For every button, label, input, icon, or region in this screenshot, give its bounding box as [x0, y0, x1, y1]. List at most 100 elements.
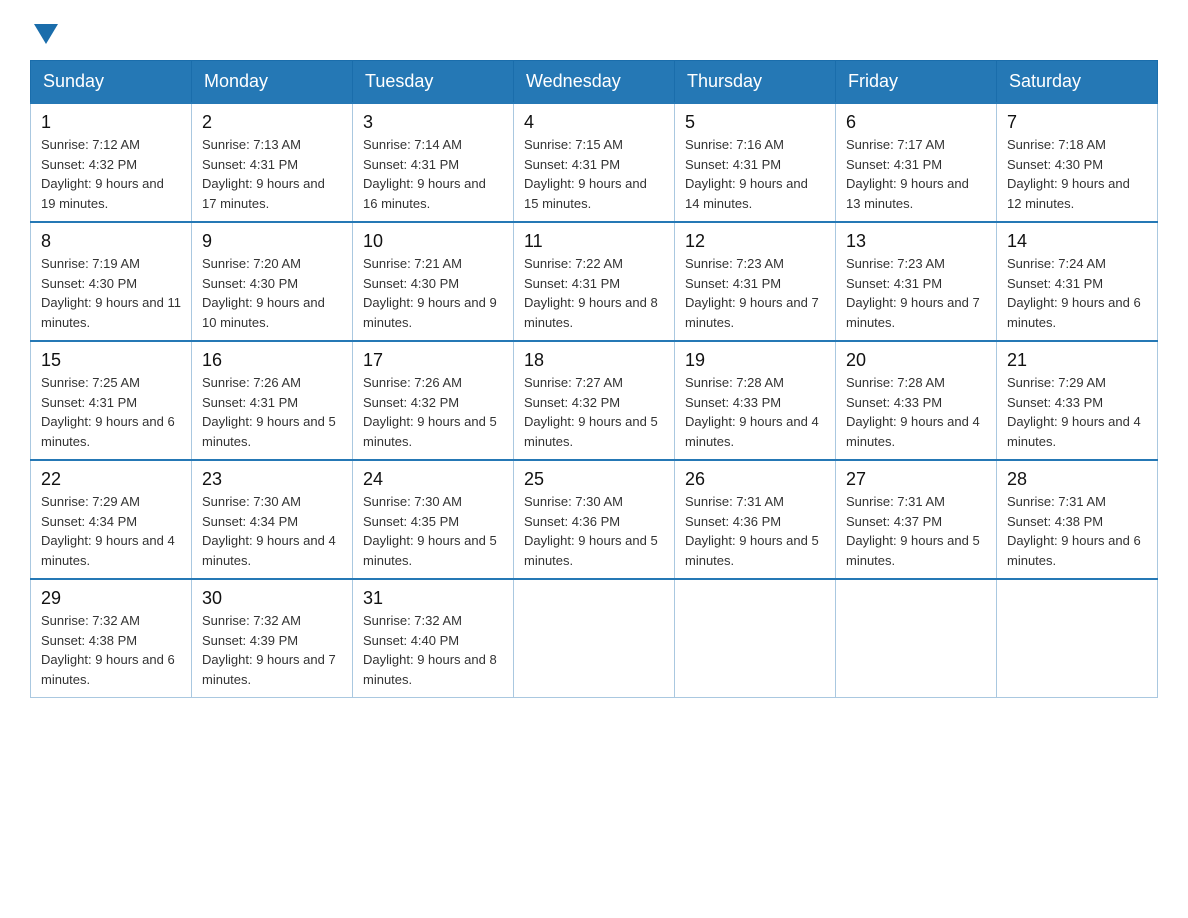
day-info: Sunrise: 7:26 AMSunset: 4:32 PMDaylight:… [363, 375, 497, 449]
day-info: Sunrise: 7:25 AMSunset: 4:31 PMDaylight:… [41, 375, 175, 449]
weekday-header-sunday: Sunday [31, 61, 192, 104]
week-row-4: 22 Sunrise: 7:29 AMSunset: 4:34 PMDayligh… [31, 460, 1158, 579]
day-info: Sunrise: 7:30 AMSunset: 4:36 PMDaylight:… [524, 494, 658, 568]
day-cell-3: 3 Sunrise: 7:14 AMSunset: 4:31 PMDaylight… [353, 103, 514, 222]
day-number: 7 [1007, 112, 1147, 133]
day-number: 20 [846, 350, 986, 371]
day-cell-12: 12Sunrise: 7:23 AMSunset: 4:31 PMDayligh… [675, 222, 836, 341]
day-cell-15: 15 Sunrise: 7:25 AMSunset: 4:31 PMDayligh… [31, 341, 192, 460]
empty-cell [836, 579, 997, 698]
day-cell-16: 16Sunrise: 7:26 AMSunset: 4:31 PMDayligh… [192, 341, 353, 460]
day-info: Sunrise: 7:14 AMSunset: 4:31 PMDaylight:… [363, 137, 486, 211]
week-row-3: 15 Sunrise: 7:25 AMSunset: 4:31 PMDayligh… [31, 341, 1158, 460]
empty-cell [514, 579, 675, 698]
day-cell-5: 5 Sunrise: 7:16 AMSunset: 4:31 PMDaylight… [675, 103, 836, 222]
day-info: Sunrise: 7:29 AMSunset: 4:33 PMDaylight:… [1007, 375, 1141, 449]
day-number: 18 [524, 350, 664, 371]
day-number: 13 [846, 231, 986, 252]
day-info: Sunrise: 7:30 AMSunset: 4:34 PMDaylight:… [202, 494, 336, 568]
day-number: 23 [202, 469, 342, 490]
day-number: 1 [41, 112, 181, 133]
day-cell-6: 6Sunrise: 7:17 AMSunset: 4:31 PMDaylight… [836, 103, 997, 222]
logo-triangle-icon [34, 24, 58, 44]
day-cell-29: 29 Sunrise: 7:32 AMSunset: 4:38 PMDayligh… [31, 579, 192, 698]
day-cell-1: 1 Sunrise: 7:12 AMSunset: 4:32 PMDaylight… [31, 103, 192, 222]
day-cell-26: 26 Sunrise: 7:31 AMSunset: 4:36 PMDayligh… [675, 460, 836, 579]
calendar-table: SundayMondayTuesdayWednesdayThursdayFrid… [30, 60, 1158, 698]
day-number: 4 [524, 112, 664, 133]
day-number: 17 [363, 350, 503, 371]
day-info: Sunrise: 7:28 AMSunset: 4:33 PMDaylight:… [685, 375, 819, 449]
day-number: 5 [685, 112, 825, 133]
weekday-header-tuesday: Tuesday [353, 61, 514, 104]
day-number: 3 [363, 112, 503, 133]
day-info: Sunrise: 7:18 AMSunset: 4:30 PMDaylight:… [1007, 137, 1130, 211]
day-info: Sunrise: 7:28 AMSunset: 4:33 PMDaylight:… [846, 375, 980, 449]
day-cell-28: 28 Sunrise: 7:31 AMSunset: 4:38 PMDayligh… [997, 460, 1158, 579]
weekday-header-wednesday: Wednesday [514, 61, 675, 104]
day-info: Sunrise: 7:13 AMSunset: 4:31 PMDaylight:… [202, 137, 325, 211]
day-cell-8: 8 Sunrise: 7:19 AMSunset: 4:30 PMDaylight… [31, 222, 192, 341]
day-cell-27: 27 Sunrise: 7:31 AMSunset: 4:37 PMDayligh… [836, 460, 997, 579]
logo [30, 20, 58, 40]
day-number: 6 [846, 112, 986, 133]
weekday-header-monday: Monday [192, 61, 353, 104]
weekday-header-saturday: Saturday [997, 61, 1158, 104]
day-number: 28 [1007, 469, 1147, 490]
header-row: SundayMondayTuesdayWednesdayThursdayFrid… [31, 61, 1158, 104]
day-info: Sunrise: 7:30 AMSunset: 4:35 PMDaylight:… [363, 494, 497, 568]
day-info: Sunrise: 7:22 AMSunset: 4:31 PMDaylight:… [524, 256, 658, 330]
day-cell-18: 18 Sunrise: 7:27 AMSunset: 4:32 PMDayligh… [514, 341, 675, 460]
day-cell-4: 4 Sunrise: 7:15 AMSunset: 4:31 PMDaylight… [514, 103, 675, 222]
day-cell-7: 7 Sunrise: 7:18 AMSunset: 4:30 PMDaylight… [997, 103, 1158, 222]
day-info: Sunrise: 7:16 AMSunset: 4:31 PMDaylight:… [685, 137, 808, 211]
day-number: 26 [685, 469, 825, 490]
day-cell-24: 24 Sunrise: 7:30 AMSunset: 4:35 PMDayligh… [353, 460, 514, 579]
day-cell-11: 11 Sunrise: 7:22 AMSunset: 4:31 PMDayligh… [514, 222, 675, 341]
empty-cell [997, 579, 1158, 698]
page-header [30, 20, 1158, 40]
day-number: 19 [685, 350, 825, 371]
day-info: Sunrise: 7:12 AMSunset: 4:32 PMDaylight:… [41, 137, 164, 211]
day-number: 31 [363, 588, 503, 609]
weekday-header-thursday: Thursday [675, 61, 836, 104]
day-number: 30 [202, 588, 342, 609]
day-cell-14: 14Sunrise: 7:24 AMSunset: 4:31 PMDayligh… [997, 222, 1158, 341]
day-info: Sunrise: 7:23 AMSunset: 4:31 PMDaylight:… [846, 256, 980, 330]
week-row-5: 29 Sunrise: 7:32 AMSunset: 4:38 PMDayligh… [31, 579, 1158, 698]
day-info: Sunrise: 7:29 AMSunset: 4:34 PMDaylight:… [41, 494, 175, 568]
day-number: 2 [202, 112, 342, 133]
day-info: Sunrise: 7:31 AMSunset: 4:36 PMDaylight:… [685, 494, 819, 568]
weekday-header-friday: Friday [836, 61, 997, 104]
day-info: Sunrise: 7:21 AMSunset: 4:30 PMDaylight:… [363, 256, 497, 330]
week-row-1: 1 Sunrise: 7:12 AMSunset: 4:32 PMDaylight… [31, 103, 1158, 222]
day-info: Sunrise: 7:32 AMSunset: 4:38 PMDaylight:… [41, 613, 175, 687]
day-number: 24 [363, 469, 503, 490]
day-number: 27 [846, 469, 986, 490]
day-number: 8 [41, 231, 181, 252]
day-cell-9: 9Sunrise: 7:20 AMSunset: 4:30 PMDaylight… [192, 222, 353, 341]
day-info: Sunrise: 7:31 AMSunset: 4:37 PMDaylight:… [846, 494, 980, 568]
day-number: 21 [1007, 350, 1147, 371]
day-info: Sunrise: 7:32 AMSunset: 4:40 PMDaylight:… [363, 613, 497, 687]
day-cell-25: 25 Sunrise: 7:30 AMSunset: 4:36 PMDayligh… [514, 460, 675, 579]
day-info: Sunrise: 7:27 AMSunset: 4:32 PMDaylight:… [524, 375, 658, 449]
day-cell-21: 21 Sunrise: 7:29 AMSunset: 4:33 PMDayligh… [997, 341, 1158, 460]
empty-cell [675, 579, 836, 698]
day-number: 25 [524, 469, 664, 490]
day-number: 15 [41, 350, 181, 371]
day-cell-2: 2 Sunrise: 7:13 AMSunset: 4:31 PMDaylight… [192, 103, 353, 222]
day-number: 22 [41, 469, 181, 490]
day-cell-13: 13 Sunrise: 7:23 AMSunset: 4:31 PMDayligh… [836, 222, 997, 341]
day-number: 16 [202, 350, 342, 371]
day-cell-23: 23 Sunrise: 7:30 AMSunset: 4:34 PMDayligh… [192, 460, 353, 579]
day-cell-22: 22 Sunrise: 7:29 AMSunset: 4:34 PMDayligh… [31, 460, 192, 579]
day-number: 29 [41, 588, 181, 609]
day-info: Sunrise: 7:31 AMSunset: 4:38 PMDaylight:… [1007, 494, 1141, 568]
day-number: 11 [524, 231, 664, 252]
day-info: Sunrise: 7:23 AMSunset: 4:31 PMDaylight:… [685, 256, 819, 330]
day-cell-30: 30Sunrise: 7:32 AMSunset: 4:39 PMDayligh… [192, 579, 353, 698]
day-info: Sunrise: 7:15 AMSunset: 4:31 PMDaylight:… [524, 137, 647, 211]
day-info: Sunrise: 7:19 AMSunset: 4:30 PMDaylight:… [41, 256, 181, 330]
week-row-2: 8 Sunrise: 7:19 AMSunset: 4:30 PMDaylight… [31, 222, 1158, 341]
